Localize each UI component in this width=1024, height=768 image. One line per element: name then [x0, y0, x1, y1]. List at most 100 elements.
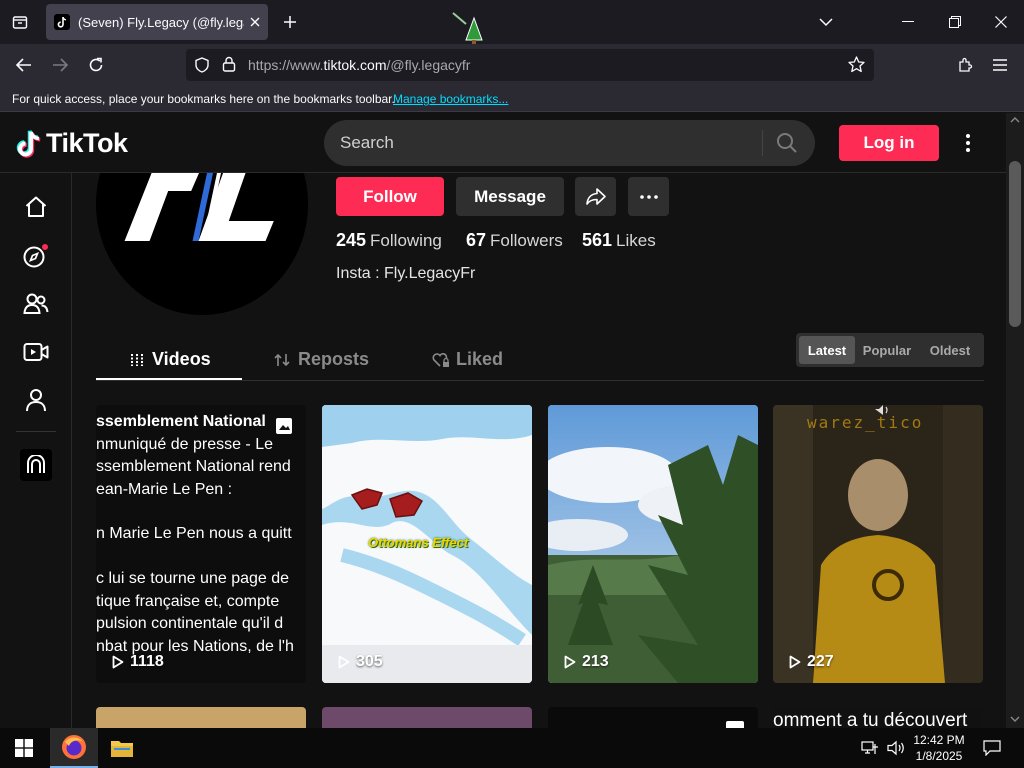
profile-bio: Insta : Fly.LegacyFr	[336, 265, 476, 282]
share-button[interactable]	[575, 177, 616, 216]
videos-grid-icon	[130, 353, 144, 367]
forest-thumbnail	[548, 405, 758, 683]
sort-popular[interactable]: Popular	[858, 336, 916, 364]
video-card[interactable]: Ottomans Effect 305	[322, 405, 532, 683]
url-text: https://www.tiktok.com/@fly.legacyfr	[248, 57, 471, 73]
browser-nav-bar: https://www.tiktok.com/@fly.legacyfr	[0, 44, 1024, 86]
video-card[interactable]	[548, 707, 758, 728]
tab-liked[interactable]: Liked	[432, 338, 503, 381]
scroll-thumb[interactable]	[1009, 161, 1021, 327]
followers-stat[interactable]: 67 Followers	[466, 230, 563, 251]
firefox-taskbar-icon[interactable]	[50, 728, 98, 768]
likes-stat: 561 Likes	[582, 230, 656, 250]
share-arrow-icon	[585, 187, 606, 206]
tiktok-favicon-icon	[54, 14, 70, 30]
tiktok-sidebar	[0, 173, 72, 728]
follow-button[interactable]: Follow	[336, 177, 444, 216]
search-box[interactable]: Search	[324, 120, 815, 166]
system-clock[interactable]: 12:42 PM 1/8/2025	[910, 732, 968, 764]
sidebar-divider	[16, 431, 56, 432]
browser-tab-bar: (Seven) Fly.Legacy (@fly.legacyfr	[0, 0, 1024, 44]
video-card[interactable]	[96, 707, 306, 728]
window-close-icon[interactable]	[983, 8, 1019, 36]
file-explorer-icon[interactable]	[98, 728, 146, 768]
back-arrow-icon[interactable]	[10, 52, 38, 78]
tab-overview-icon[interactable]	[8, 10, 32, 34]
live-video-icon[interactable]	[22, 338, 50, 366]
view-count: 1118	[112, 653, 164, 671]
address-bar[interactable]: https://www.tiktok.com/@fly.legacyfr	[186, 49, 874, 81]
more-options-button[interactable]	[628, 177, 669, 216]
volume-icon[interactable]	[884, 728, 908, 768]
video-card[interactable]: 213	[548, 405, 758, 683]
view-count: 213	[564, 653, 609, 671]
search-icon[interactable]	[776, 132, 798, 154]
forward-arrow-icon[interactable]	[46, 52, 74, 78]
browser-tab[interactable]: (Seven) Fly.Legacy (@fly.legacyfr	[46, 4, 268, 40]
tab-close-icon[interactable]	[250, 17, 260, 27]
explore-compass-icon[interactable]	[22, 242, 50, 270]
video-text-overlay: ssemblement National nmuniqué de presse …	[96, 413, 294, 655]
sort-oldest[interactable]: Oldest	[920, 336, 980, 364]
more-vertical-icon[interactable]	[958, 131, 978, 155]
tab-videos[interactable]: Videos	[130, 338, 211, 381]
notifications-icon[interactable]	[976, 728, 1008, 768]
extensions-icon[interactable]	[951, 52, 979, 78]
sound-icon	[873, 405, 891, 415]
search-divider	[762, 130, 763, 156]
view-count: 227	[789, 653, 834, 671]
shield-icon[interactable]	[194, 57, 210, 73]
heart-lock-icon	[432, 352, 450, 368]
new-tab-icon[interactable]	[278, 10, 302, 34]
bookmark-star-icon[interactable]	[848, 56, 865, 73]
scroll-up-icon[interactable]	[1010, 117, 1020, 123]
play-icon	[112, 655, 124, 669]
video-card[interactable]: omment a tu découvert	[773, 707, 983, 728]
more-dots-icon	[639, 194, 658, 199]
bookmarks-hint: For quick access, place your bookmarks h…	[12, 92, 395, 106]
video-overlay-text: omment a tu découvert	[773, 710, 968, 728]
list-all-tabs-icon[interactable]	[814, 10, 838, 34]
following-users-icon[interactable]	[22, 290, 50, 318]
tiktok-page: Follow Message 245 Following 67 Followers …	[0, 113, 1024, 728]
home-icon[interactable]	[22, 193, 50, 221]
scroll-down-icon[interactable]	[1010, 716, 1020, 722]
manage-bookmarks-link[interactable]: Manage bookmarks...	[393, 92, 508, 106]
message-button[interactable]: Message	[456, 177, 564, 216]
sort-toggle: Latest Popular Oldest	[796, 333, 984, 367]
video-overlay-text: warez_tico	[807, 413, 924, 432]
play-icon	[564, 655, 576, 669]
active-tab-indicator	[96, 378, 242, 380]
play-icon	[789, 655, 801, 669]
repost-icon	[274, 352, 290, 368]
lock-icon[interactable]	[222, 56, 236, 72]
video-card[interactable]: ssemblement National nmuniqué de presse …	[96, 405, 306, 683]
reload-icon[interactable]	[82, 52, 110, 78]
play-icon	[338, 655, 350, 669]
network-icon[interactable]	[856, 728, 884, 768]
video-card[interactable]: warez_tico 227	[773, 405, 983, 683]
login-button[interactable]: Log in	[839, 125, 939, 161]
tiktok-note-icon	[16, 129, 42, 159]
bookmarks-toolbar: For quick access, place your bookmarks h…	[0, 86, 1024, 112]
photo-carousel-icon	[726, 721, 744, 728]
tiktok-logo[interactable]: TikTok	[16, 128, 128, 159]
menu-hamburger-icon[interactable]	[986, 52, 1014, 78]
minimize-icon[interactable]	[890, 8, 926, 36]
page-scrollbar[interactable]	[1006, 113, 1024, 728]
tab-title: (Seven) Fly.Legacy (@fly.legacyfr	[78, 14, 244, 30]
character-thumbnail	[773, 405, 983, 683]
following-stat[interactable]: 245 Following	[336, 230, 442, 251]
profile-tabs: Videos Reposts Liked Latest Popular Olde…	[96, 333, 984, 381]
sort-latest[interactable]: Latest	[799, 336, 855, 364]
video-overlay-text: Ottomans Effect	[368, 535, 469, 550]
tab-reposts[interactable]: Reposts	[274, 338, 369, 381]
restore-icon[interactable]	[937, 8, 973, 36]
search-input[interactable]: Search	[340, 133, 394, 153]
view-count: 305	[338, 653, 383, 671]
video-card[interactable]	[322, 707, 532, 728]
windows-start-icon[interactable]	[0, 728, 48, 768]
profile-user-icon[interactable]	[22, 386, 50, 414]
more-features-icon[interactable]	[20, 449, 52, 481]
christmas-tree-cursor-icon	[450, 10, 486, 46]
